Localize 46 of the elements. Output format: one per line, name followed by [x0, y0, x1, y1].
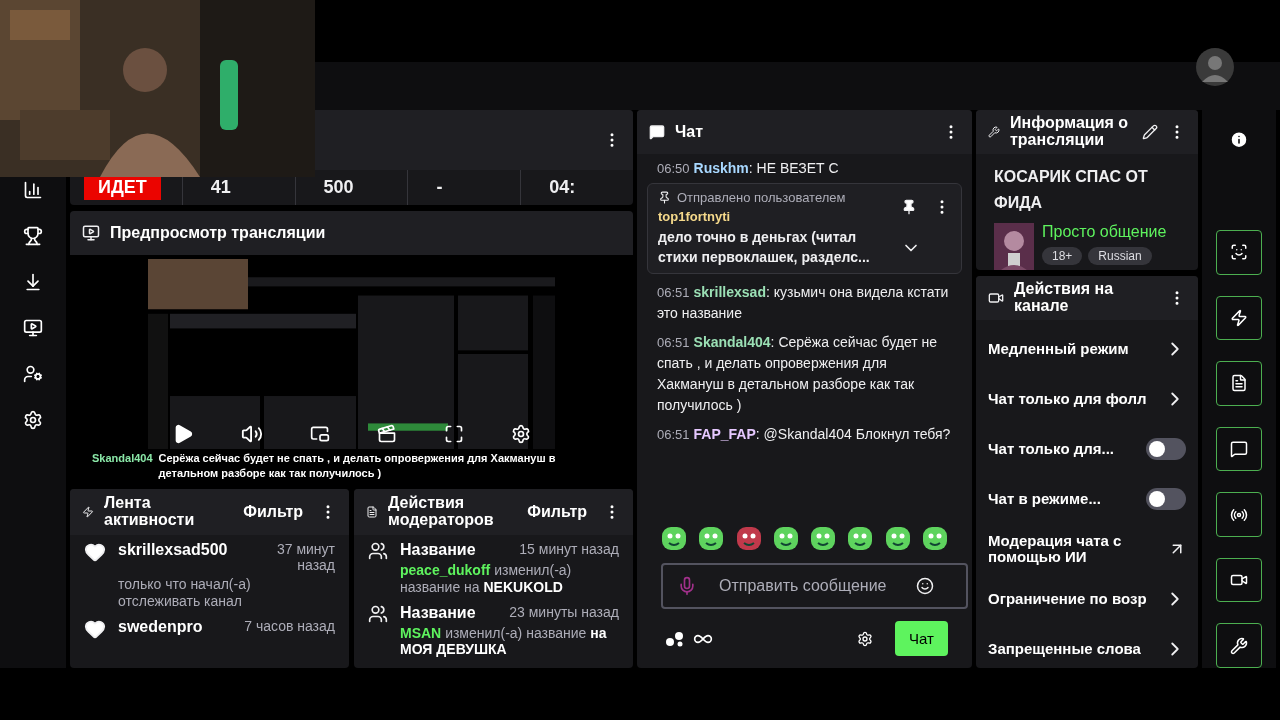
panel-title: Действия на канале	[1014, 281, 1115, 315]
panel-title: Чат	[675, 123, 704, 141]
timestamp: 23 минуты назад	[509, 603, 619, 620]
chat-input[interactable]: Отправить сообщение	[661, 563, 968, 609]
tag[interactable]: Russian	[1088, 247, 1152, 266]
chat-message: 06:50 Ruskhm: НЕ ВЕЗЕТ С	[657, 159, 840, 178]
stat-value: -	[435, 176, 444, 199]
channel-action-label[interactable]: Чат в режиме...	[988, 491, 1101, 507]
chat-message: 06:51 FAP_FAP: @Skandal404 Блокнул тебя?	[657, 425, 952, 445]
panel-title: Действия модераторов	[388, 495, 495, 529]
chat-send-button[interactable]: Чат	[895, 621, 948, 656]
username: swedenpro	[118, 617, 203, 636]
pinned-text: дело точно в деньгах (читал стихи первоклашек, разделс...	[658, 228, 871, 267]
category-link[interactable]: Просто общение	[1042, 223, 1167, 242]
activity-text: только что начал(-а) отслеживать канал	[118, 576, 252, 610]
channel-action-label[interactable]: Модерация чата с помощью ИИ	[988, 533, 1158, 565]
panel-title: Информация о трансляции	[1010, 115, 1130, 149]
action-description: peace_dukoff изменил(-а) название на NEKUKOLD	[400, 562, 573, 596]
caption-text: Серёжа сейчас будет не спать , и делать опровержения для Хакмануш в детальном разборе как так получилось )	[158, 451, 557, 481]
chat-message: 06:51 skrillexsad: кузьмич она видела кстати это название	[657, 283, 950, 324]
panel-title: Лента активности	[104, 495, 196, 529]
timestamp: 37 минут назад	[275, 541, 335, 573]
panel-title: Предпросмотр трансляции	[110, 224, 327, 242]
chat-message: 06:51 Skandal404: Серёжа сейчас будет не спать , и делать опровержения для Хакмануш в детальном разборе как так получилось )	[657, 333, 939, 416]
filter-button[interactable]: Фильтр	[521, 499, 593, 525]
channel-action-label[interactable]: Чат только для фолл	[988, 391, 1147, 407]
caption-user: Skandal404	[92, 451, 153, 466]
stat-value: 04:	[548, 176, 577, 199]
channel-action-label[interactable]: Чат только для...	[988, 441, 1115, 457]
stat-value: 41	[209, 176, 232, 199]
action-type: Название	[400, 541, 476, 559]
stream-title: КОСАРИК СПАС ОТ ФИДА	[994, 167, 1149, 213]
timestamp: 7 часов назад	[244, 617, 335, 634]
username: skrillexsad500	[118, 541, 228, 559]
channel-action-label[interactable]: Медленный режим	[988, 341, 1129, 357]
pinned-label: Отправлено пользователем	[677, 190, 846, 205]
timestamp: 15 минут назад	[519, 541, 619, 557]
tag[interactable]: 18+	[1042, 247, 1083, 266]
filter-button[interactable]: Фильтр	[237, 499, 309, 525]
channel-action-label[interactable]: Ограничение по возр	[988, 591, 1147, 607]
channel-action-label[interactable]: Запрещенные слова	[988, 641, 1141, 657]
live-badge: ИДЕТ	[84, 175, 161, 200]
pinned-user: top1fortnyti	[658, 209, 732, 224]
action-description: MSAN изменил(-а) название на МОЯ ДЕВУШКА	[400, 624, 608, 659]
stat-value: 500	[322, 176, 355, 199]
action-type: Название	[400, 603, 476, 622]
